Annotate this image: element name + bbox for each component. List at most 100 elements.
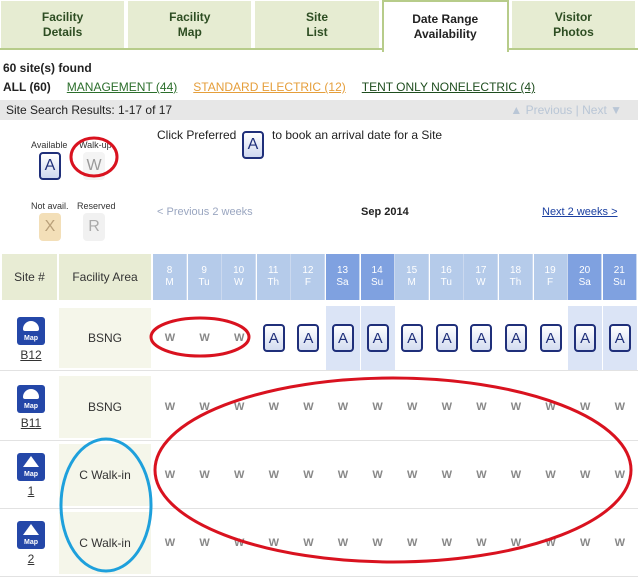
date-day: 15 xyxy=(406,265,418,276)
date-header: 19 F xyxy=(533,254,568,300)
site-number-link[interactable]: 1 xyxy=(11,484,51,498)
available-button[interactable]: A xyxy=(539,324,562,352)
date-weekday: W xyxy=(233,277,244,288)
date-day: 20 xyxy=(579,265,591,276)
walkup-cell: W xyxy=(579,537,591,549)
available-button[interactable]: A xyxy=(608,324,631,352)
available-cell[interactable]: A xyxy=(568,306,603,370)
available-button[interactable]: A xyxy=(470,324,493,352)
next-page-link[interactable]: Next ▼ xyxy=(582,103,622,117)
available-button[interactable]: A xyxy=(332,324,354,352)
tab-label: Facility Details xyxy=(41,9,84,39)
date-day: 13 xyxy=(336,265,349,276)
date-day: 10 xyxy=(233,265,245,276)
walkup-cell: W xyxy=(164,469,176,481)
date-weekday: Tu xyxy=(198,277,210,288)
filter-standard-electric[interactable]: STANDARD ELECTRIC (12) xyxy=(193,80,345,94)
tab-visitor-photos[interactable]: Visitor Photos xyxy=(510,0,637,48)
date-weekday: M xyxy=(165,277,174,288)
facility-area-cell: BSNG xyxy=(59,376,151,438)
date-day: 12 xyxy=(302,265,314,276)
walkup-cell: W xyxy=(441,401,452,413)
available-cell[interactable]: A xyxy=(499,315,533,361)
tab-facility-details[interactable]: Facility Details xyxy=(0,0,126,48)
walkup-cell: W xyxy=(303,401,314,413)
walkup-cell: W xyxy=(164,401,176,413)
walkup-cell: W xyxy=(268,469,279,481)
tab-date-range-availability[interactable]: Date Range Availability xyxy=(381,0,509,52)
legend-available-tile: A xyxy=(39,152,61,180)
date-header: 16 Tu xyxy=(429,254,464,300)
date-header: 21 Su xyxy=(602,254,637,300)
date-day: 16 xyxy=(440,265,452,276)
available-button[interactable]: A xyxy=(262,324,285,352)
instruction-available-tile: A xyxy=(242,131,264,159)
available-button[interactable]: A xyxy=(297,324,320,352)
date-header: 17 W xyxy=(464,254,499,300)
available-cell[interactable]: A xyxy=(395,315,429,361)
available-button[interactable]: A xyxy=(505,324,527,352)
previous-two-weeks-link[interactable]: < Previous 2 weeks xyxy=(157,206,253,218)
map-tent-icon[interactable]: Map xyxy=(17,521,45,549)
available-cell[interactable]: A xyxy=(464,315,498,361)
date-day: 11 xyxy=(268,265,279,276)
available-cell[interactable]: A xyxy=(430,315,464,361)
site-number-link[interactable]: B12 xyxy=(11,348,51,362)
tab-bar: Facility Details Facility Map Site List Dat… xyxy=(0,0,638,52)
walkup-cell: W xyxy=(199,401,210,413)
tab-label: Facility Map xyxy=(169,9,211,39)
walkup-cell: W xyxy=(199,537,210,549)
tab-label: Visitor Photos xyxy=(553,9,594,39)
available-button[interactable]: A xyxy=(574,324,597,352)
available-button[interactable]: A xyxy=(435,324,458,352)
walkup-cell: W xyxy=(372,469,383,481)
date-weekday: Su xyxy=(613,277,626,288)
available-cell[interactable]: A xyxy=(602,306,637,370)
walkup-cell: W xyxy=(614,401,625,413)
available-button[interactable]: A xyxy=(366,324,389,352)
walkup-cell: W xyxy=(476,401,487,413)
map-car-icon[interactable]: Map xyxy=(17,317,45,345)
date-header: 14 Su xyxy=(360,254,395,300)
filter-all[interactable]: ALL (60) xyxy=(3,80,51,94)
map-tent-icon[interactable]: Map xyxy=(17,453,45,481)
tab-facility-map[interactable]: Facility Map xyxy=(127,0,253,48)
site-number-link[interactable]: 2 xyxy=(11,552,51,566)
legend-reserved-label: Reserved xyxy=(77,201,116,211)
legend-notavail-tile: X xyxy=(39,213,61,241)
filter-tent-only[interactable]: TENT ONLY NONELECTRIC (4) xyxy=(362,80,535,94)
date-weekday: W xyxy=(476,277,486,288)
month-label: Sep 2014 xyxy=(361,206,409,218)
legend-walkup-tile: W xyxy=(83,152,105,180)
available-button[interactable]: A xyxy=(401,324,424,352)
walkup-cell: W xyxy=(337,469,349,481)
available-cell[interactable]: A xyxy=(291,315,325,361)
date-weekday: Th xyxy=(509,277,522,288)
walkup-cell: W xyxy=(199,469,210,481)
date-day: 19 xyxy=(544,265,556,276)
available-cell[interactable]: A xyxy=(326,306,360,370)
site-number-link[interactable]: B11 xyxy=(11,416,51,430)
filter-management[interactable]: MANAGEMENT (44) xyxy=(67,80,177,94)
date-header: 18 Th xyxy=(499,254,533,300)
walkup-cell: W xyxy=(233,332,245,344)
walkup-cell: W xyxy=(545,401,556,413)
walkup-cell: W xyxy=(164,537,176,549)
tab-site-list[interactable]: Site List xyxy=(254,0,380,48)
walkup-cell: W xyxy=(233,401,245,413)
walkup-cell: W xyxy=(233,469,245,481)
walkup-cell: W xyxy=(579,469,591,481)
available-cell[interactable]: A xyxy=(534,315,568,361)
walkup-cell: W xyxy=(406,469,418,481)
previous-page-link[interactable]: ▲ Previous xyxy=(510,103,572,117)
date-header: 8M xyxy=(153,254,187,300)
next-two-weeks-link[interactable]: Next 2 weeks > xyxy=(542,206,618,218)
map-label: Map xyxy=(24,403,38,410)
walkup-cell: W xyxy=(372,537,383,549)
date-day: 8 xyxy=(166,265,173,276)
available-cell[interactable]: A xyxy=(360,306,395,370)
date-day: 18 xyxy=(509,265,522,276)
map-car-icon[interactable]: Map xyxy=(17,385,45,413)
date-header: 12 F xyxy=(291,254,326,300)
available-cell[interactable]: A xyxy=(257,315,291,361)
